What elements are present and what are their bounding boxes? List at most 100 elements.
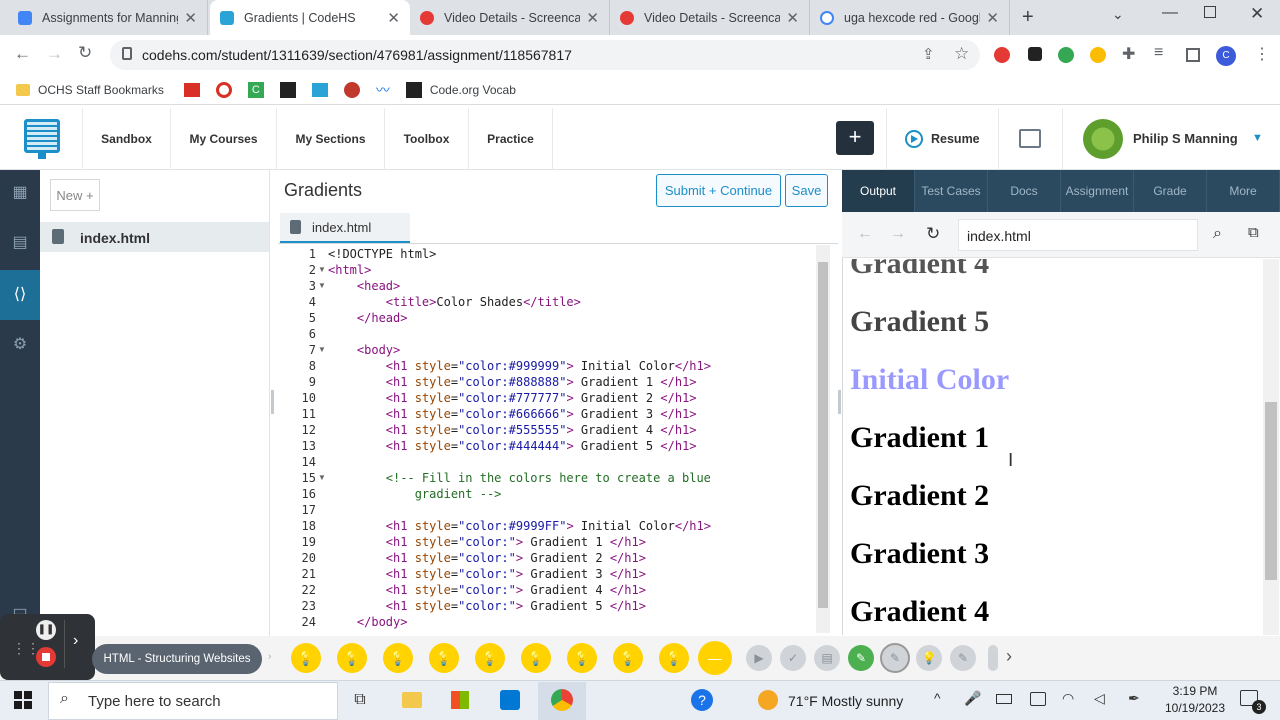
reading-list-icon[interactable]: ≡ [1154, 44, 1163, 62]
nav-toolbox[interactable]: Toolbox [385, 108, 469, 170]
output-back-icon[interactable]: ← [857, 225, 873, 243]
close-icon[interactable]: ✕ [387, 9, 400, 27]
weather-text[interactable]: 71°F Mostly sunny [788, 693, 903, 709]
clock-time[interactable]: 3:19 PM [1168, 684, 1222, 698]
output-address-input[interactable]: index.html [958, 219, 1198, 251]
back-icon[interactable]: ← [14, 44, 31, 64]
file-explorer-icon[interactable] [398, 686, 426, 714]
windows-start-icon[interactable] [14, 691, 32, 709]
extension-icon[interactable] [1090, 47, 1106, 63]
tab-more[interactable]: More [1207, 170, 1280, 212]
nav-my-sections[interactable]: My Sections [277, 108, 385, 170]
lesson-item-video-icon[interactable]: ▶ [746, 645, 772, 671]
codehs-logo-icon[interactable] [24, 119, 60, 153]
lesson-item-bulb-icon[interactable]: 💡 [475, 643, 505, 673]
task-view-icon[interactable]: ⧉ [346, 686, 374, 714]
lesson-item-exercise-icon[interactable]: ✎ [848, 645, 874, 671]
add-button[interactable]: + [836, 121, 874, 155]
camera-icon[interactable] [1030, 692, 1046, 706]
output-forward-icon[interactable]: → [890, 225, 906, 243]
bookmark-icon[interactable] [215, 81, 232, 98]
extension-icon[interactable] [1058, 47, 1074, 63]
lesson-item-bulb-icon[interactable]: 💡 [337, 643, 367, 673]
avatar[interactable] [1083, 119, 1123, 159]
lesson-item-bulb-icon[interactable]: 💡 [521, 643, 551, 673]
lesson-item-bulb-icon[interactable]: 💡 [429, 643, 459, 673]
close-icon[interactable]: ✕ [586, 9, 599, 27]
chevron-right-icon[interactable]: › [1006, 646, 1012, 667]
expand-chevron-icon[interactable]: › [73, 632, 78, 650]
lesson-item-exercise-icon[interactable]: ✎ [950, 645, 976, 671]
browser-tab-gradients[interactable]: Gradients | CodeHS ✕ [210, 0, 410, 35]
lesson-item-check-icon[interactable]: ✓ [780, 645, 806, 671]
submit-continue-button[interactable]: Submit + Continue [656, 174, 781, 207]
resize-handle[interactable] [271, 390, 274, 414]
user-name[interactable]: Philip S Manning [1133, 131, 1238, 146]
stop-record-icon[interactable] [36, 647, 56, 667]
lesson-item-bulb-icon[interactable]: 💡 [383, 643, 413, 673]
side-panel-icon[interactable] [1186, 48, 1200, 62]
lesson-item-bulb-icon[interactable]: 💡 [613, 643, 643, 673]
calendar-icon[interactable] [1019, 129, 1041, 148]
search-icon[interactable]: ⌕ [1213, 225, 1222, 243]
reload-icon[interactable]: ↻ [78, 43, 92, 63]
lesson-item-bulb-icon[interactable]: 💡 [291, 643, 321, 673]
chevron-down-icon[interactable]: ▼ [1252, 132, 1263, 144]
editor-scrollbar-thumb[interactable] [818, 262, 828, 608]
lesson-item-icon[interactable] [988, 645, 998, 671]
tab-grade[interactable]: Grade [1134, 170, 1207, 212]
close-icon[interactable]: ✕ [184, 9, 197, 27]
lesson-name-pill[interactable]: HTML - Structuring Websites [92, 644, 262, 674]
close-icon[interactable]: ✕ [986, 9, 999, 27]
tab-assignment[interactable]: Assignment [1061, 170, 1134, 212]
browser-tab-video-details-2[interactable]: Video Details - Screencastify ✕ [610, 0, 810, 35]
open-external-icon[interactable]: ⧉ [1248, 224, 1259, 241]
nav-practice[interactable]: Practice [469, 108, 553, 170]
gmail-icon[interactable] [183, 82, 200, 97]
window-close-icon[interactable]: ✕ [1250, 4, 1264, 24]
new-tab-button[interactable]: + [1022, 6, 1034, 29]
restore-icon[interactable] [1204, 6, 1216, 18]
output-scrollbar-thumb[interactable] [1265, 402, 1277, 580]
lesson-item-current-exercise-icon[interactable]: ✎ [880, 643, 910, 673]
browser-menu-icon[interactable]: ⋮ [1254, 44, 1270, 64]
clock-date[interactable]: 10/19/2023 [1160, 701, 1230, 715]
map-icon[interactable]: ▦ [8, 181, 32, 205]
save-button[interactable]: Save [785, 174, 828, 207]
pause-icon[interactable]: ❚❚ [36, 620, 56, 640]
vscode-icon[interactable] [496, 686, 524, 714]
qr-icon[interactable] [279, 81, 296, 98]
tab-test-cases[interactable]: Test Cases [915, 170, 988, 212]
fold-arrows[interactable]: ▼ ▼ ▼ ▼ [318, 262, 326, 486]
browser-tab-google-search[interactable]: uga hexcode red - Google ✕ [810, 0, 1010, 35]
bookmark-code-org-vocab[interactable]: Code.org Vocab [430, 83, 516, 97]
close-icon[interactable]: ✕ [786, 9, 799, 27]
share-icon[interactable]: ⇪ [922, 45, 935, 63]
forward-icon[interactable]: → [46, 44, 63, 64]
help-icon[interactable]: ? [688, 686, 716, 714]
extensions-puzzle-icon[interactable]: ✚ [1122, 44, 1135, 64]
store-icon[interactable] [446, 686, 474, 714]
resize-handle[interactable] [838, 390, 841, 414]
nav-sandbox[interactable]: Sandbox [83, 108, 171, 170]
browser-tab-video-details-1[interactable]: Video Details - Screencastify ✕ [410, 0, 610, 35]
code-editor[interactable]: <!DOCTYPE html> <html> <head> <title>Col… [328, 245, 816, 635]
lesson-item-bulb-icon[interactable]: 💡 [659, 643, 689, 673]
battery-icon[interactable] [996, 694, 1012, 704]
tab-output[interactable]: Output [842, 170, 915, 212]
microphone-icon[interactable]: 🎤 [964, 690, 981, 707]
lesson-item-current-icon[interactable]: — [698, 641, 732, 675]
address-bar[interactable]: codehs.com/student/1311639/section/47698… [110, 40, 980, 70]
bookmark-ochs-staff[interactable]: OCHS Staff Bookmarks [38, 83, 164, 97]
tab-search-icon[interactable]: ⌄ [1112, 6, 1124, 23]
browser-tab-assignments[interactable]: Assignments for Manning ✕ [8, 0, 208, 35]
pen-icon[interactable]: ✒ [1128, 690, 1140, 707]
new-file-button[interactable]: New + [50, 179, 100, 211]
extension-icon[interactable] [1028, 47, 1042, 61]
tab-docs[interactable]: Docs [988, 170, 1061, 212]
settings-gear-icon[interactable]: ⚙ [8, 333, 32, 357]
file-item-index-html[interactable] [40, 222, 269, 252]
calendar-icon[interactable]: ▤ [8, 231, 32, 255]
volume-icon[interactable]: ◁ [1094, 690, 1105, 707]
output-reload-icon[interactable]: ↻ [926, 224, 940, 244]
